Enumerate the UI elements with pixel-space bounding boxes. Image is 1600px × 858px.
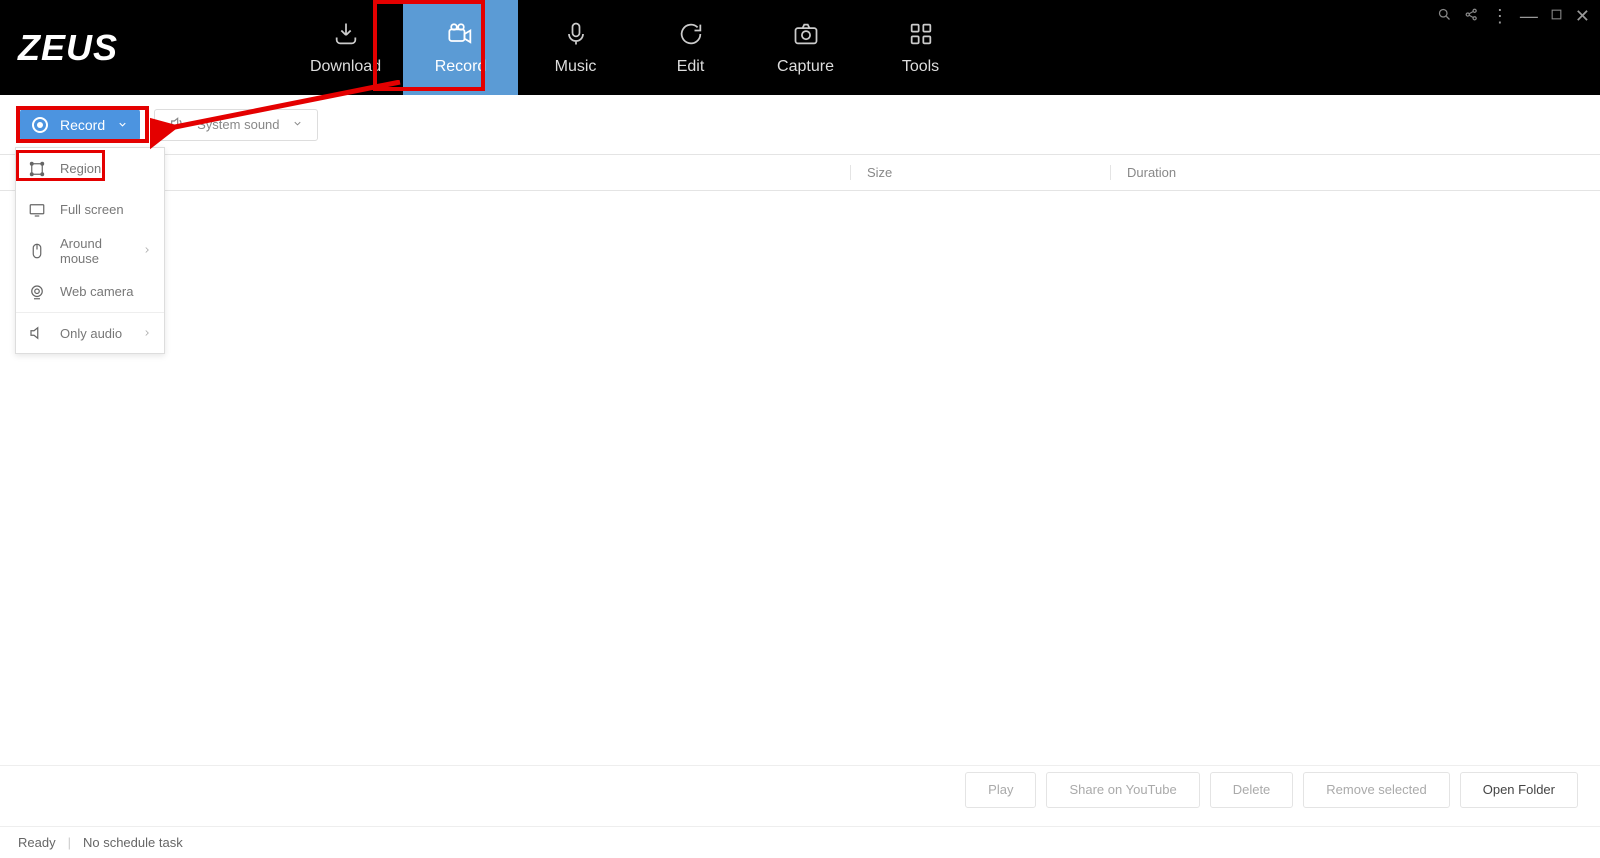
chevron-down-icon <box>292 117 303 132</box>
top-navbar: ZEUS Download Record Music Edit Capture … <box>0 0 1600 95</box>
record-mode-dropdown: Region Full screen Around mouse Web came… <box>15 147 165 354</box>
dropdown-around-mouse-label: Around mouse <box>60 236 128 266</box>
toolbar: Record System sound <box>0 95 1600 155</box>
window-controls: ⋮ — ✕ <box>1437 6 1590 27</box>
nav-tools[interactable]: Tools <box>863 0 978 95</box>
nav-record[interactable]: Record <box>403 0 518 95</box>
edit-icon <box>677 20 705 48</box>
minimize-icon[interactable]: — <box>1520 6 1538 27</box>
app-logo: ZEUS <box>18 27 118 69</box>
maximize-icon[interactable] <box>1550 8 1563 26</box>
record-button-label: Record <box>60 117 105 133</box>
search-icon[interactable] <box>1437 7 1452 27</box>
status-bar: Ready | No schedule task <box>0 826 1600 858</box>
fullscreen-icon <box>28 201 46 219</box>
share-youtube-button[interactable]: Share on YouTube <box>1046 772 1199 808</box>
dropdown-item-around-mouse[interactable]: Around mouse <box>16 230 164 271</box>
status-ready: Ready <box>18 835 56 850</box>
nav-download-label: Download <box>310 58 381 76</box>
record-icon <box>447 20 475 48</box>
chevron-down-icon <box>117 117 128 133</box>
nav-capture-label: Capture <box>777 58 834 76</box>
music-icon <box>562 20 590 48</box>
nav-edit[interactable]: Edit <box>633 0 748 95</box>
column-size[interactable]: Size <box>850 165 1110 180</box>
record-dropdown-button[interactable]: Record <box>20 109 140 141</box>
more-icon[interactable]: ⋮ <box>1491 6 1508 27</box>
dropdown-item-fullscreen[interactable]: Full screen <box>16 189 164 230</box>
chevron-right-icon <box>142 326 152 341</box>
nav-music-label: Music <box>555 58 597 76</box>
sound-dropdown-button[interactable]: System sound <box>154 109 317 141</box>
close-icon[interactable]: ✕ <box>1575 6 1590 27</box>
mouse-icon <box>28 242 46 260</box>
nav-music[interactable]: Music <box>518 0 633 95</box>
dropdown-region-label: Region <box>60 161 101 176</box>
nav-download[interactable]: Download <box>288 0 403 95</box>
dropdown-webcam-label: Web camera <box>60 284 133 299</box>
nav-edit-label: Edit <box>677 58 705 76</box>
dropdown-fullscreen-label: Full screen <box>60 202 124 217</box>
nav-capture[interactable]: Capture <box>748 0 863 95</box>
nav-tools-label: Tools <box>902 58 939 76</box>
status-schedule: No schedule task <box>83 835 183 850</box>
webcam-icon <box>28 283 46 301</box>
dropdown-audio-label: Only audio <box>60 326 122 341</box>
delete-button[interactable]: Delete <box>1210 772 1294 808</box>
sound-button-label: System sound <box>197 117 279 132</box>
speaker-icon <box>169 115 185 134</box>
status-separator: | <box>68 835 71 850</box>
nav-record-label: Record <box>435 58 487 76</box>
table-header: Size Duration <box>0 155 1600 191</box>
capture-icon <box>792 20 820 48</box>
tools-icon <box>907 20 935 48</box>
region-icon <box>28 160 46 178</box>
remove-selected-button[interactable]: Remove selected <box>1303 772 1449 808</box>
column-duration[interactable]: Duration <box>1110 165 1370 180</box>
bottom-actions: Play Share on YouTube Delete Remove sele… <box>0 765 1600 813</box>
record-dot-icon <box>32 117 48 133</box>
dropdown-item-web-camera[interactable]: Web camera <box>16 271 164 312</box>
dropdown-item-region[interactable]: Region <box>16 148 164 189</box>
download-icon <box>332 20 360 48</box>
chevron-right-icon <box>142 243 152 258</box>
share-icon[interactable] <box>1464 7 1479 27</box>
main-nav: Download Record Music Edit Capture Tools <box>288 0 978 95</box>
play-button[interactable]: Play <box>965 772 1036 808</box>
audio-icon <box>28 324 46 342</box>
dropdown-item-only-audio[interactable]: Only audio <box>16 312 164 353</box>
open-folder-button[interactable]: Open Folder <box>1460 772 1578 808</box>
